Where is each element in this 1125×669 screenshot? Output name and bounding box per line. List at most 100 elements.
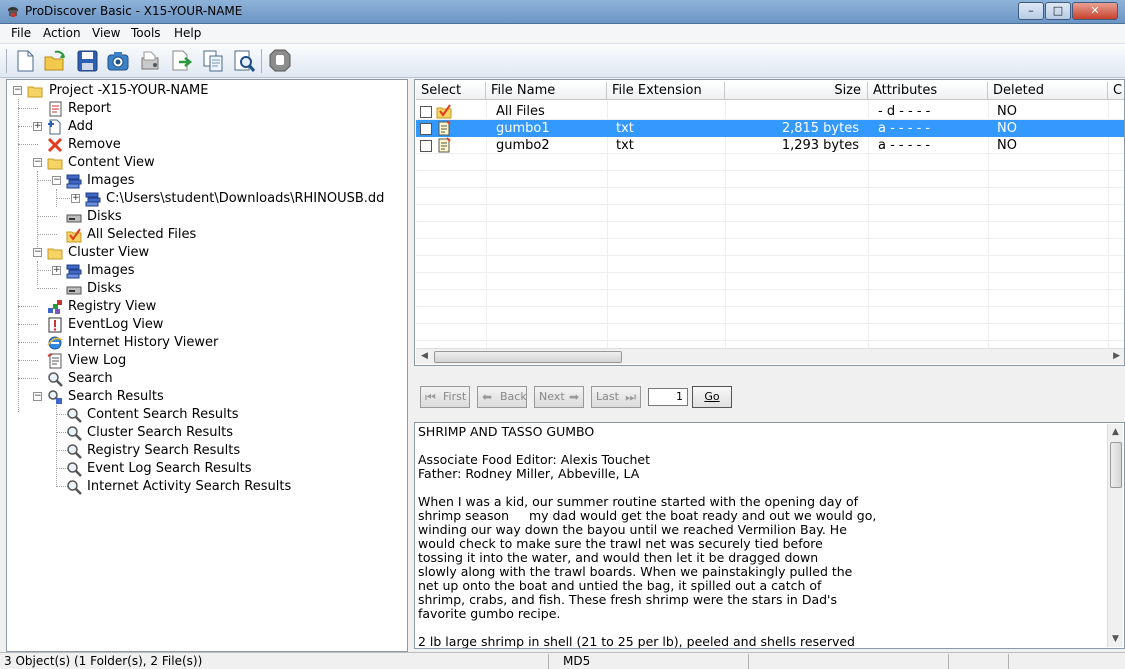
file-extension-cell: txt	[616, 121, 634, 136]
file-content-viewer[interactable]: SHRIMP AND TASSO GUMBO Associate Food Ed…	[414, 422, 1125, 649]
page-number-input[interactable]: 1	[648, 388, 688, 406]
status-panel	[1008, 654, 1125, 669]
checked-folder-icon	[66, 228, 82, 243]
menu-file[interactable]: File	[11, 26, 31, 40]
go-button[interactable]: Go	[692, 386, 732, 408]
open-project-icon[interactable]	[43, 48, 67, 74]
select-checkbox[interactable]	[420, 106, 432, 118]
menu-action[interactable]: Action	[43, 26, 81, 40]
tree-item-registry-view[interactable]: Registry View	[11, 298, 211, 316]
tree-item-view-log[interactable]: View Log	[11, 352, 211, 370]
expand-toggle[interactable]: +	[52, 266, 61, 275]
stop-icon[interactable]	[268, 48, 292, 74]
tree-item-search-results[interactable]: − Search Results	[11, 388, 211, 406]
checked-folder-icon	[436, 104, 452, 119]
tree-item-content-search-results[interactable]: Content Search Results	[11, 406, 261, 424]
tree-item-cluster-disks[interactable]: Disks	[11, 280, 211, 298]
tree-item-event-log-search-results[interactable]: Event Log Search Results	[11, 460, 261, 478]
text-file-icon	[438, 120, 451, 136]
menu-view[interactable]: View	[92, 26, 120, 40]
status-panel	[748, 654, 948, 669]
magnifier-icon	[67, 480, 82, 495]
collapse-toggle[interactable]: −	[33, 248, 42, 257]
expand-toggle[interactable]: +	[71, 194, 80, 203]
back-arrow-icon: ⬅	[482, 390, 493, 404]
new-project-icon[interactable]	[13, 48, 37, 74]
collapse-toggle[interactable]: −	[13, 86, 22, 95]
search-icon[interactable]	[232, 48, 256, 74]
tree-item-registry-search-results[interactable]: Registry Search Results	[11, 442, 261, 460]
file-extension-cell: txt	[616, 138, 634, 153]
export-icon[interactable]	[169, 48, 193, 74]
tree-item-disks[interactable]: Disks	[11, 208, 211, 226]
collapse-toggle[interactable]: −	[52, 176, 61, 185]
tree-item-cluster-view[interactable]: − Cluster View	[11, 244, 211, 262]
file-content-text: SHRIMP AND TASSO GUMBO Associate Food Ed…	[418, 424, 877, 649]
vertical-scrollbar[interactable]: ▲ ▼	[1107, 424, 1123, 647]
column-header-file-extension[interactable]: File Extension	[607, 82, 725, 100]
tree-item-eventlog-view[interactable]: EventLog View	[11, 316, 211, 334]
scrollbar-thumb[interactable]	[1110, 442, 1122, 488]
scroll-up-arrow[interactable]: ▲	[1112, 427, 1119, 437]
collapse-toggle[interactable]: −	[33, 158, 42, 167]
collapse-toggle[interactable]: −	[33, 392, 42, 401]
tree-item-add[interactable]: + Add	[11, 118, 211, 136]
tree-label: Report	[68, 101, 112, 116]
column-header-select[interactable]: Select	[416, 82, 486, 100]
tree-label: Event Log Search Results	[87, 461, 252, 476]
expand-toggle[interactable]: +	[33, 122, 42, 131]
select-checkbox[interactable]	[420, 123, 432, 135]
add-file-icon	[48, 119, 61, 135]
tree-item-internet-history[interactable]: Internet History Viewer	[11, 334, 261, 352]
back-button[interactable]: ⬅ Back	[477, 386, 527, 408]
add-disk-icon[interactable]	[139, 48, 163, 74]
scrollbar-thumb[interactable]	[434, 351, 622, 363]
horizontal-scrollbar[interactable]: ◀ ▶	[416, 348, 1124, 364]
column-header-size[interactable]: Size	[725, 82, 868, 100]
file-list: Select File Name File Extension Size Att…	[414, 79, 1125, 366]
scroll-down-arrow[interactable]: ▼	[1112, 634, 1119, 644]
tree-item-cluster-images[interactable]: + Images	[11, 262, 211, 280]
size-cell: 2,815 bytes	[781, 121, 859, 136]
capture-image-icon[interactable]	[106, 48, 130, 74]
deleted-cell: NO	[997, 138, 1017, 153]
menu-help[interactable]: Help	[174, 26, 201, 40]
column-header-deleted[interactable]: Deleted	[988, 82, 1108, 100]
table-row[interactable]: gumbo2 txt 1,293 bytes a - - - - - NO	[416, 137, 1124, 154]
last-button[interactable]: Last ⏭	[591, 386, 641, 408]
tree-project-root[interactable]: − Project -X15-YOUR-NAME	[11, 82, 311, 100]
tree-item-content-view[interactable]: − Content View	[11, 154, 211, 172]
table-row-selected[interactable]: gumbo1 txt 2,815 bytes a - - - - - NO	[416, 120, 1124, 137]
tree-label: Cluster View	[68, 245, 150, 260]
next-arrow-icon: ➡	[568, 390, 579, 404]
column-header-c[interactable]: C	[1108, 82, 1124, 100]
tree-label: Images	[87, 173, 135, 188]
next-button[interactable]: Next ➡	[534, 386, 584, 408]
save-icon[interactable]	[75, 48, 99, 74]
tree-item-all-selected-files[interactable]: All Selected Files	[11, 226, 211, 244]
table-row[interactable]: All Files - d - - - - NO	[416, 103, 1124, 120]
file-name-cell: gumbo2	[496, 138, 550, 153]
copy-icon[interactable]	[201, 48, 225, 74]
tree-item-internet-activity-search-results[interactable]: Internet Activity Search Results	[11, 478, 311, 496]
scroll-right-arrow[interactable]: ▶	[1113, 351, 1120, 361]
scroll-left-arrow[interactable]: ◀	[421, 351, 428, 361]
column-header-attributes[interactable]: Attributes	[868, 82, 988, 100]
minimize-button[interactable]: –	[1018, 2, 1044, 20]
tree-item-remove[interactable]: Remove	[11, 136, 211, 154]
tree-item-cluster-search-results[interactable]: Cluster Search Results	[11, 424, 261, 442]
toolbar-separator	[261, 49, 262, 73]
tree-item-image-file[interactable]: + C:\Users\student\Downloads\RHINOUSB.dd	[11, 190, 401, 208]
select-checkbox[interactable]	[420, 140, 432, 152]
first-button[interactable]: ⏮ First	[420, 386, 470, 408]
maximize-button[interactable]: □	[1045, 2, 1071, 20]
disk-image-icon	[85, 192, 101, 207]
tree-item-search[interactable]: Search	[11, 370, 211, 388]
tree-item-report[interactable]: Report	[11, 100, 211, 118]
column-header-file-name[interactable]: File Name	[486, 82, 607, 100]
search-results-icon	[48, 390, 62, 404]
close-button[interactable]: ✕	[1072, 2, 1118, 20]
tree-item-images[interactable]: − Images	[11, 172, 211, 190]
attributes-cell: - d - - - -	[878, 104, 931, 119]
menu-tools[interactable]: Tools	[131, 26, 161, 40]
